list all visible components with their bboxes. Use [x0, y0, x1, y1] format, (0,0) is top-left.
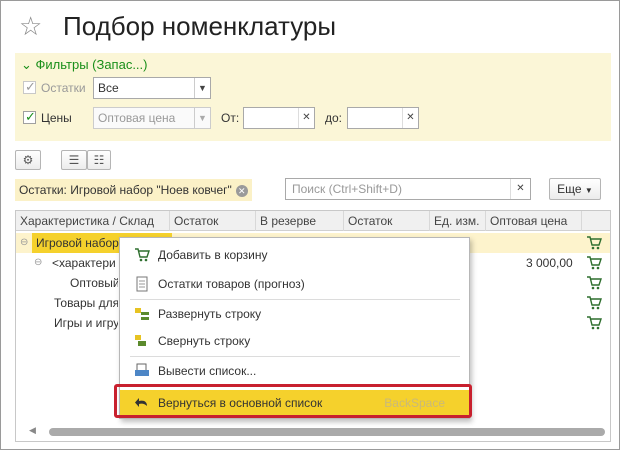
- window: ☆ Подбор номенклатуры ⌄ Фильтры (Запас..…: [0, 0, 620, 450]
- expand-icon: [135, 308, 149, 320]
- row-price: 3 000,00: [526, 256, 573, 270]
- menu-item-collapse-row[interactable]: Свернуть строку: [120, 328, 469, 354]
- filters-panel: ⌄ Фильтры (Запас...) ✓ Остатки Все ▼ ✓ Ц…: [15, 53, 611, 141]
- favorite-star-icon[interactable]: ☆: [19, 11, 42, 42]
- page-title: Подбор номенклатуры: [63, 11, 337, 41]
- price-to-input[interactable]: ✕: [347, 107, 419, 129]
- price-checkbox[interactable]: ✓: [23, 109, 36, 124]
- row-name: <характеристи: [52, 256, 116, 270]
- search-input[interactable]: Поиск (Ctrl+Shift+D) ✕: [285, 178, 531, 200]
- stock-checkbox[interactable]: ✓: [23, 79, 36, 94]
- cart-icon[interactable]: [586, 235, 602, 251]
- column-header[interactable]: В резерве: [256, 211, 344, 231]
- clear-icon[interactable]: ✕: [402, 108, 418, 128]
- collapse-icon[interactable]: ⊖: [20, 233, 28, 253]
- stock-filter-row: ✓ Остатки Все ▼: [21, 77, 601, 99]
- list-icon: ☰: [68, 153, 80, 167]
- price-filter-row: ✓ Цены Оптовая цена ▼ От: ✕ до: ✕: [21, 107, 601, 129]
- price-to-label: до:: [325, 111, 343, 125]
- column-header[interactable]: Характеристика / Склад: [16, 211, 170, 231]
- title-bar: ☆ Подбор номенклатуры: [1, 1, 620, 51]
- list-mode-button[interactable]: ☰: [61, 150, 87, 170]
- cart-icon[interactable]: [586, 295, 602, 311]
- report-icon: [136, 276, 148, 292]
- settings-button[interactable]: ⚙: [15, 150, 41, 170]
- gear-icon: ⚙: [22, 153, 34, 167]
- column-header[interactable]: Остаток: [170, 211, 256, 231]
- menu-separator: [130, 356, 460, 357]
- row-name: Игры и игру: [54, 316, 118, 330]
- column-header[interactable]: Остаток: [344, 211, 430, 231]
- collapse-icon[interactable]: ⊖: [34, 253, 42, 273]
- price-from-label: От:: [221, 111, 240, 125]
- highlight-outline: [114, 384, 472, 418]
- collapse-icon: [135, 335, 146, 346]
- tree-icon: ☷: [93, 153, 105, 167]
- filters-heading[interactable]: ⌄ Фильтры (Запас...): [21, 57, 148, 73]
- menu-item-output-list[interactable]: Вывести список...: [120, 358, 469, 384]
- row-name: Товары для: [54, 296, 118, 310]
- dropdown-arrow-icon: ▼: [584, 186, 593, 195]
- horizontal-scrollbar[interactable]: ◀: [15, 425, 605, 437]
- row-name: Оптовый: [70, 276, 118, 290]
- stock-select[interactable]: Все ▼: [93, 77, 211, 99]
- chevron-down-icon: ⌄: [21, 57, 36, 72]
- dropdown-arrow-icon[interactable]: ▼: [194, 108, 210, 128]
- tree-mode-button[interactable]: ☷: [87, 150, 111, 170]
- scrollbar-thumb[interactable]: [49, 428, 605, 436]
- stock-label: Остатки: [41, 81, 86, 95]
- filter-tag: Остатки: Игровой набор "Ноев ковчег" ✕: [15, 179, 252, 201]
- cart-icon[interactable]: [586, 255, 602, 271]
- price-type-select[interactable]: Оптовая цена ▼: [93, 107, 211, 129]
- cart-icon[interactable]: [586, 315, 602, 331]
- cart-icon[interactable]: [586, 275, 602, 291]
- menu-item-expand-row[interactable]: Развернуть строку: [120, 301, 469, 327]
- remove-filter-icon[interactable]: ✕: [235, 185, 248, 197]
- print-list-icon: [135, 363, 149, 376]
- menu-separator: [130, 299, 460, 300]
- menu-item-stock-forecast[interactable]: Остатки товаров (прогноз): [120, 271, 469, 297]
- scroll-left-icon[interactable]: ◀: [29, 425, 36, 436]
- price-label: Цены: [41, 111, 72, 125]
- price-from-input[interactable]: ✕: [243, 107, 315, 129]
- cart-icon: [135, 248, 150, 262]
- table-header: Характеристика / Склад Остаток В резерве…: [16, 211, 610, 231]
- column-header[interactable]: Оптовая цена: [486, 211, 582, 231]
- menu-item-add-to-cart[interactable]: Добавить в корзину: [120, 242, 469, 268]
- clear-icon[interactable]: ✕: [298, 108, 314, 128]
- more-button[interactable]: Еще ▼: [549, 178, 601, 200]
- dropdown-arrow-icon[interactable]: ▼: [194, 78, 210, 98]
- column-header[interactable]: Ед. изм.: [430, 211, 486, 231]
- clear-search-icon[interactable]: ✕: [510, 179, 530, 199]
